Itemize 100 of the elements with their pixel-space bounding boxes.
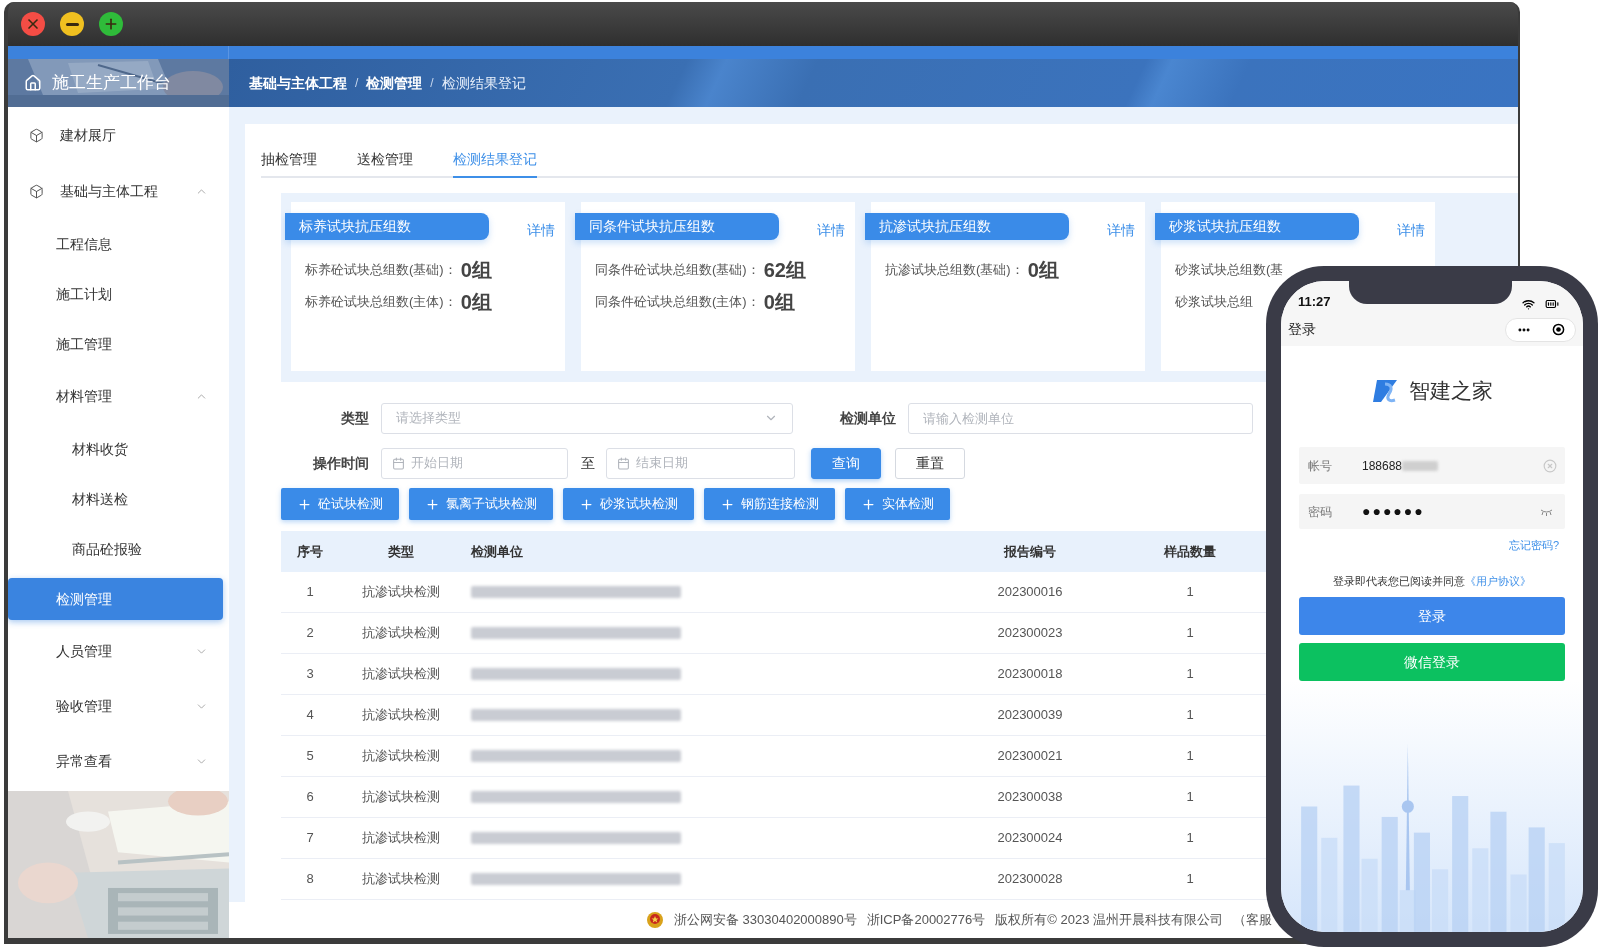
table-cell-text: 抗渗试块检测 <box>361 624 441 643</box>
table-cell-text: 1 <box>1185 706 1195 725</box>
table-cell-text: 202300028 <box>996 870 1064 889</box>
add-button[interactable]: 钢筋连接检测 <box>704 488 835 520</box>
stat-value: 0组 <box>460 290 492 315</box>
field-label: 帐号 <box>1308 457 1333 475</box>
footer-text: 版权所有© 2023 温州开晨科技有限公司 <box>995 911 1223 930</box>
clear-icon <box>1543 458 1557 473</box>
sidebar-item[interactable]: 商品砼报验 <box>8 524 229 574</box>
table-cell-text: 抗渗试块检测 <box>361 870 441 889</box>
card-title: 标养试块抗压组数 <box>285 213 489 240</box>
card-title: 抗渗试块抗压组数 <box>865 213 1069 240</box>
table-cell-text: 4 <box>305 706 315 725</box>
stat-label: 同条件砼试块总组数(基础)： <box>595 261 760 280</box>
unit-field[interactable]: 请输入检测单位 <box>908 402 1253 434</box>
maximize-button[interactable] <box>99 12 123 36</box>
details-link[interactable]: 详情 <box>1107 220 1135 241</box>
table-cell-text: 7 <box>305 829 315 848</box>
cube-icon <box>29 183 44 199</box>
tab[interactable]: 检测结果登记 <box>453 142 537 178</box>
table-cell-text: 3 <box>305 665 315 684</box>
table-cell-text: 202300021 <box>996 747 1064 766</box>
capsule-button[interactable] <box>1505 317 1576 342</box>
target-icon <box>1551 323 1565 336</box>
close-button[interactable] <box>21 12 45 36</box>
plus-icon <box>425 496 440 512</box>
stat-label: 抗渗试块总组数(基础)： <box>885 261 1024 280</box>
agreement-link[interactable]: 《用户协议》 <box>1465 574 1531 587</box>
details-link[interactable]: 详情 <box>527 220 555 241</box>
details-link[interactable]: 详情 <box>817 220 845 241</box>
table-cell-text: 202300024 <box>996 829 1064 848</box>
sidebar-item[interactable]: 验收管理 <box>8 679 229 734</box>
footer-text: （客服 <box>1233 911 1272 930</box>
forgot-link[interactable]: 忘记密码? <box>1508 537 1559 554</box>
sidebar-item[interactable]: 材料收货 <box>8 424 229 474</box>
account-field[interactable]: 帐号 188688 <box>1299 447 1565 484</box>
table-cell-text: 5 <box>305 747 315 766</box>
sidebar-item[interactable]: 施工计划 <box>8 269 229 319</box>
sidebar-item[interactable]: 异常查看 <box>8 734 229 789</box>
logo-icon <box>1371 378 1399 404</box>
sidebar-item[interactable]: 材料管理 <box>8 369 229 424</box>
reset-button[interactable]: 重置 <box>895 447 965 479</box>
card-title: 同条件试块抗压组数 <box>575 213 779 240</box>
sidebar-item[interactable]: 施工管理 <box>8 319 229 369</box>
column-header: 检测单位 <box>469 542 524 561</box>
wifi-icon <box>1522 297 1535 311</box>
table-cell-text: 1 <box>1185 870 1195 889</box>
stat-value: 0组 <box>460 258 492 283</box>
login-button[interactable]: 登录 <box>1299 597 1565 635</box>
query-button[interactable]: 查询 <box>811 447 881 479</box>
maximize-icon <box>103 16 119 32</box>
sidebar-item[interactable]: 建材展厅 <box>8 107 229 163</box>
plus-icon <box>579 496 594 512</box>
table-cell-text: 抗渗试块检测 <box>361 829 441 848</box>
minimize-button[interactable] <box>60 12 84 36</box>
calendar-icon <box>617 456 630 470</box>
minimize-icon <box>65 22 79 26</box>
sidebar-item[interactable]: 材料送检 <box>8 474 229 524</box>
tab[interactable]: 抽检管理 <box>261 142 317 178</box>
closed-eye-icon <box>1540 507 1553 516</box>
add-button[interactable]: 砂浆试块检测 <box>563 488 694 520</box>
breadcrumb-link[interactable]: 检测管理 <box>366 72 423 94</box>
range-separator: 至 <box>581 453 595 473</box>
filter-label: 检测单位 <box>840 408 896 428</box>
table-cell-text: 抗渗试块检测 <box>361 706 441 725</box>
breadcrumb-link[interactable]: 基础与主体工程 <box>249 72 347 94</box>
add-button[interactable]: 氯离子试块检测 <box>409 488 553 520</box>
sidebar-item[interactable]: 基础与主体工程 <box>8 163 229 219</box>
stat-label: 同条件砼试块总组数(主体)： <box>595 293 760 312</box>
add-button[interactable]: 实体检测 <box>845 488 950 520</box>
table-cell-text: 1 <box>1185 583 1195 602</box>
table-cell-text: 1 <box>1185 788 1195 807</box>
stat-value: 0组 <box>763 290 795 315</box>
table-cell-text: 抗渗试块检测 <box>361 583 441 602</box>
app-name: 智建之家 <box>1409 378 1493 405</box>
password-field[interactable]: 密码 ●●●●●● <box>1299 494 1565 529</box>
plus-icon <box>720 496 735 512</box>
table-cell-text: 1 <box>1185 665 1195 684</box>
nav-title: 登录 <box>1288 320 1316 339</box>
details-link[interactable]: 详情 <box>1397 220 1425 241</box>
field-value: 188688 <box>1362 457 1403 475</box>
calendar-icon <box>392 456 405 470</box>
table-cell-text: 2 <box>305 624 315 643</box>
sidebar-item[interactable]: 检测管理 <box>8 578 223 620</box>
stat-label: 标养砼试块总组数(主体)： <box>305 293 457 312</box>
column-header: 类型 <box>387 542 415 561</box>
sidebar-item[interactable]: 人员管理 <box>8 624 229 679</box>
filter-label: 操作时间 <box>312 453 369 473</box>
sidebar-item[interactable]: 工程信息 <box>8 219 229 269</box>
app-title: 施工生产工作台 <box>52 72 171 95</box>
table-cell-text: 8 <box>305 870 315 889</box>
tab[interactable]: 送检管理 <box>357 142 413 178</box>
table-cell-text: 202300018 <box>996 665 1064 684</box>
field-value: ●●●●●● <box>1362 502 1425 521</box>
breadcrumb-separator: / <box>355 75 359 92</box>
column-header: 样品数量 <box>1162 542 1217 561</box>
table-cell-text: 1 <box>1185 829 1195 848</box>
stat-value: 0组 <box>1027 258 1059 283</box>
add-button[interactable]: 砼试块检测 <box>281 488 399 520</box>
stat-label: 砂浆试块总组 <box>1175 293 1253 312</box>
